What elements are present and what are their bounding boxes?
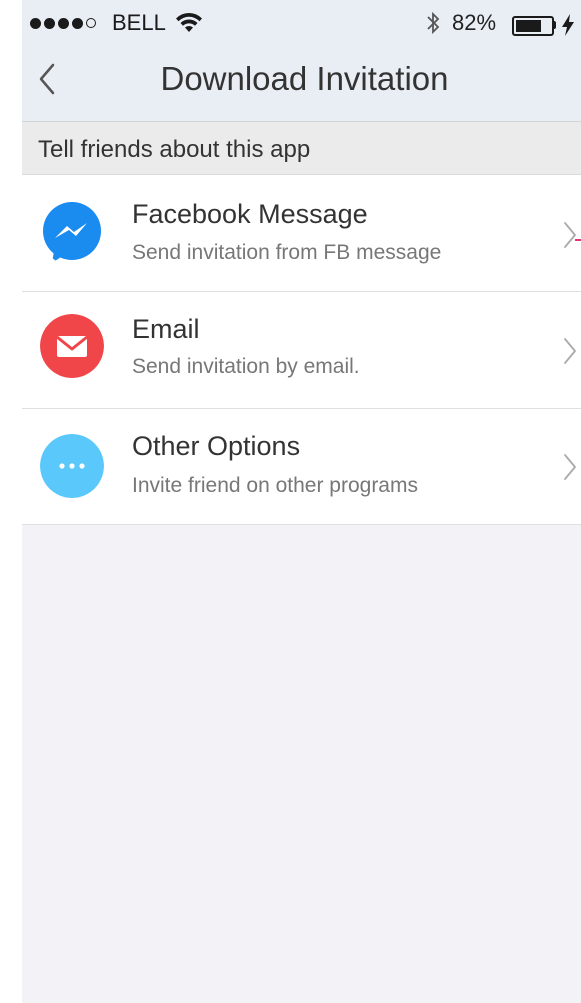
chevron-right-icon: [564, 338, 576, 364]
battery-percentage: 82%: [452, 10, 497, 35]
battery-icon: [512, 16, 554, 36]
bluetooth-icon: [427, 11, 440, 35]
list-item-other-options[interactable]: Other Options Invite friend on other pro…: [22, 409, 581, 525]
option-title: Facebook Message: [132, 199, 368, 229]
section-header: Tell friends about this app: [22, 122, 581, 175]
overlay-marker: [575, 239, 581, 241]
list-item-facebook-message[interactable]: Facebook Message Send invitation from FB…: [22, 175, 581, 292]
page-title: Download Invitation: [160, 60, 449, 97]
option-subtitle: Send invitation by email.: [132, 355, 360, 378]
chevron-right-icon: [564, 222, 576, 248]
signal-strength-icon: [30, 12, 96, 34]
option-title: Other Options: [132, 431, 301, 461]
navigation-bar: BELL 82% Download Invitation: [22, 0, 581, 122]
battery-tip: [553, 21, 556, 29]
option-subtitle: Invite friend on other programs: [132, 474, 418, 497]
chevron-right-icon: [564, 454, 576, 480]
list-item-email[interactable]: Email Send invitation by email.: [22, 292, 581, 409]
option-subtitle: Send invitation from FB message: [132, 241, 442, 264]
invite-options-list: Facebook Message Send invitation from FB…: [22, 175, 581, 525]
section-header-label: Tell friends about this app: [38, 136, 311, 163]
wifi-icon: [176, 12, 202, 32]
status-bar: BELL 82%: [22, 8, 581, 38]
more-dots-icon: [40, 434, 104, 498]
messenger-icon: [43, 202, 101, 263]
envelope-icon: [40, 314, 104, 378]
app-screen: BELL 82% Download Invitation Tell friend…: [22, 0, 581, 1003]
charging-bolt-icon: [562, 14, 574, 36]
carrier-name: BELL: [112, 10, 166, 35]
option-title: Email: [132, 314, 200, 344]
